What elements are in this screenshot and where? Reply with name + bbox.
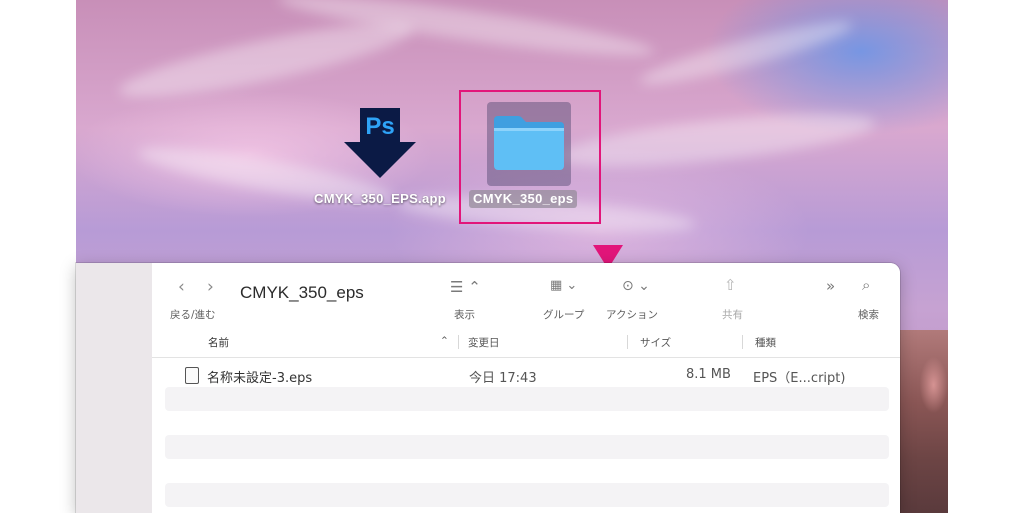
- group-icon[interactable]: ▦ ⌄: [550, 278, 577, 293]
- search-label: 検索: [858, 309, 879, 321]
- folder-icon[interactable]: [490, 110, 568, 174]
- share-label: 共有: [722, 309, 743, 321]
- folder-label[interactable]: CMYK_350_eps: [469, 190, 578, 208]
- file-name: 名称未設定-3.eps: [207, 371, 313, 386]
- column-name[interactable]: 名前: [208, 335, 229, 350]
- wallpaper-rock: [900, 330, 948, 513]
- column-modified[interactable]: 変更日: [468, 335, 500, 350]
- action-label: アクション: [606, 309, 658, 321]
- window-title: CMYK_350_eps: [240, 283, 364, 302]
- svg-text:Ps: Ps: [365, 113, 394, 140]
- finder-sidebar: [76, 263, 152, 513]
- finder-window: ‹ › 戻る/進む CMYK_350_eps ☰ ⌃ 表示 ▦ ⌄ グループ ⊙…: [76, 263, 900, 513]
- file-modified: 今日 17:43: [469, 371, 537, 386]
- file-kind: EPS（E...cript): [753, 371, 846, 386]
- column-divider: [742, 335, 743, 349]
- action-icon[interactable]: ⊙ ⌄: [622, 278, 650, 294]
- photoshop-droplet-icon[interactable]: Ps: [344, 106, 416, 178]
- search-icon[interactable]: ⌕: [862, 276, 870, 294]
- more-icon[interactable]: »: [826, 277, 835, 295]
- forward-icon[interactable]: ›: [207, 277, 214, 297]
- share-icon[interactable]: ⇧: [724, 276, 737, 294]
- column-divider: [627, 335, 628, 349]
- group-label: グループ: [543, 309, 585, 321]
- column-divider: [458, 335, 459, 349]
- sort-chevron-icon[interactable]: ⌃: [440, 335, 449, 347]
- empty-row: [165, 435, 889, 459]
- finder-main: ‹ › 戻る/進む CMYK_350_eps ☰ ⌃ 表示 ▦ ⌄ グループ ⊙…: [152, 263, 900, 513]
- column-kind[interactable]: 種類: [755, 335, 776, 350]
- column-size[interactable]: サイズ: [640, 335, 671, 350]
- eps-file-icon: [185, 367, 199, 384]
- file-size: 8.1 MB: [686, 367, 731, 382]
- back-forward-label: 戻る/進む: [170, 309, 216, 321]
- list-view-icon[interactable]: ☰ ⌃: [450, 278, 481, 296]
- app-label[interactable]: CMYK_350_EPS.app: [302, 190, 458, 207]
- view-label: 表示: [454, 309, 475, 321]
- empty-row: [165, 483, 889, 507]
- back-icon[interactable]: ‹: [178, 277, 185, 297]
- column-header: 名前 ⌃ 変更日 サイズ 種類: [152, 327, 900, 358]
- empty-row: [165, 387, 889, 411]
